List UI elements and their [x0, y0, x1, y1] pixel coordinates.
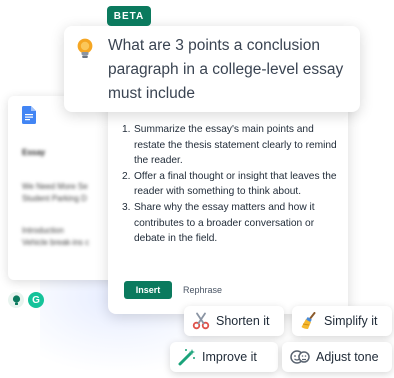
list-number: 1.	[122, 124, 131, 135]
list-text: Share why the essay matters and how it c…	[134, 201, 315, 245]
list-item: 2. Offer a final thought or insight that…	[122, 169, 344, 200]
document-line: Vehicle break-ins c	[22, 238, 90, 247]
rephrase-button[interactable]: Rephrase	[183, 281, 222, 299]
lightbulb-icon	[77, 38, 93, 58]
document-line: Introduction	[22, 226, 64, 235]
adjust-tone-button[interactable]: Adjust tone	[282, 342, 392, 372]
magic-wand-icon	[178, 349, 195, 366]
insert-button[interactable]: Insert	[124, 281, 172, 299]
tone-faces-icon	[290, 350, 310, 364]
mini-lightbulb-icon[interactable]	[8, 292, 24, 308]
adjust-tone-label: Adjust tone	[316, 350, 379, 364]
prompt-card: What are 3 points a conclusion paragraph…	[64, 26, 360, 112]
google-docs-icon	[22, 106, 36, 124]
document-title: Essay	[22, 148, 46, 157]
simplify-it-button[interactable]: Simplify it	[292, 306, 392, 336]
response-list: 1. Summarize the essay's main points and…	[122, 122, 344, 247]
document-line: We Need More Se	[22, 182, 88, 191]
list-item: 1. Summarize the essay's main points and…	[122, 122, 344, 169]
broom-icon	[301, 312, 316, 329]
list-text: Summarize the essay's main points and re…	[134, 124, 337, 167]
document-line: Student Parking D	[22, 194, 87, 203]
shorten-it-button[interactable]: Shorten it	[184, 306, 284, 336]
list-text: Offer a final thought or insight that le…	[134, 170, 337, 198]
grammarly-logo-icon[interactable]: G	[28, 292, 44, 308]
mini-toolbar: G	[8, 292, 44, 308]
beta-badge: BETA	[107, 6, 151, 26]
simplify-it-label: Simplify it	[324, 314, 378, 328]
scissors-icon	[192, 312, 210, 330]
list-item: 3. Share why the essay matters and how i…	[122, 200, 344, 247]
list-number: 2.	[122, 170, 131, 182]
response-card: 1. Summarize the essay's main points and…	[108, 88, 348, 314]
list-number: 3.	[122, 201, 131, 213]
shorten-it-label: Shorten it	[216, 314, 270, 328]
prompt-text: What are 3 points a conclusion paragraph…	[108, 37, 344, 102]
improve-it-button[interactable]: Improve it	[170, 342, 278, 372]
improve-it-label: Improve it	[202, 350, 257, 364]
